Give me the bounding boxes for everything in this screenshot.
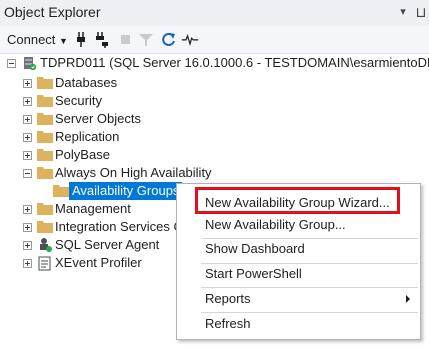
submenu-arrow-icon bbox=[406, 295, 410, 303]
expand-toggle-icon[interactable] bbox=[23, 115, 32, 124]
folder-icon bbox=[37, 149, 53, 161]
xevent-profiler-icon bbox=[38, 256, 51, 271]
expand-toggle-icon[interactable] bbox=[23, 133, 32, 142]
menu-item-label: New Availability Group... bbox=[205, 217, 346, 232]
object-explorer-titlebar: Object Explorer ▾ ⊔ bbox=[0, 0, 429, 27]
tree-node-management[interactable]: Management bbox=[0, 200, 176, 218]
tree-node-integration-services[interactable]: Integration Services C bbox=[0, 218, 176, 236]
folder-icon bbox=[37, 77, 53, 89]
menu-item-refresh[interactable]: Refresh bbox=[177, 312, 420, 336]
collapse-toggle-icon[interactable] bbox=[23, 169, 32, 178]
tree-node-replication[interactable]: Replication bbox=[0, 128, 200, 146]
expand-toggle-icon[interactable] bbox=[23, 259, 32, 268]
tree-node-server-objects[interactable]: Server Objects bbox=[0, 110, 200, 128]
tree-node-label-selected: Availability Groups bbox=[69, 182, 183, 200]
connect-label: Connect bbox=[7, 32, 56, 47]
tree-node-security[interactable]: Security bbox=[0, 92, 200, 110]
folder-icon bbox=[37, 131, 53, 143]
dropdown-arrow-icon[interactable]: ▾ bbox=[396, 3, 410, 21]
refresh-icon[interactable] bbox=[160, 30, 178, 49]
tree-node-xevent-profiler[interactable]: XEvent Profiler bbox=[0, 254, 176, 272]
menu-item-label: Start PowerShell bbox=[205, 266, 302, 281]
expand-toggle-icon[interactable] bbox=[23, 241, 32, 250]
server-label: TDPRD011 (SQL Server 16.0.1000.6 - TESTD… bbox=[40, 55, 429, 70]
expand-toggle-icon[interactable] bbox=[23, 223, 32, 232]
window-title: Object Explorer bbox=[4, 4, 101, 20]
tree-node-label: Always On High Availability bbox=[55, 165, 212, 180]
activity-monitor-icon[interactable] bbox=[181, 30, 199, 49]
menu-item-label: Refresh bbox=[205, 316, 251, 331]
folder-icon bbox=[37, 113, 53, 125]
menu-item-start-powershell[interactable]: Start PowerShell bbox=[177, 262, 420, 286]
tree-node-label: SQL Server Agent bbox=[55, 237, 160, 252]
folder-icon bbox=[37, 167, 53, 179]
expand-toggle-icon[interactable] bbox=[23, 79, 32, 88]
tree-node-always-on[interactable]: Always On High Availability bbox=[0, 164, 260, 182]
connect-dropdown-icon[interactable]: ▼ bbox=[59, 36, 68, 46]
menu-item-reports[interactable]: Reports bbox=[177, 287, 420, 311]
tree-node-availability-groups[interactable]: Availability Groups bbox=[0, 182, 200, 200]
connect-button[interactable]: Connect ▼ bbox=[7, 30, 68, 49]
tree-node-label: Security bbox=[55, 93, 102, 108]
expand-toggle-icon[interactable] bbox=[23, 205, 32, 214]
menu-item-label: Show Dashboard bbox=[205, 241, 305, 256]
tree-node-polybase[interactable]: PolyBase bbox=[0, 146, 200, 164]
folder-icon bbox=[37, 95, 53, 107]
folder-icon bbox=[53, 185, 69, 197]
sql-agent-icon bbox=[40, 238, 52, 252]
expand-toggle-icon[interactable] bbox=[23, 97, 32, 106]
tree-node-label: PolyBase bbox=[55, 147, 110, 162]
connect-plug-icon[interactable] bbox=[74, 30, 92, 49]
menu-item-show-dashboard[interactable]: Show Dashboard bbox=[177, 237, 420, 261]
tree-node-label: Integration Services C bbox=[55, 219, 176, 234]
tree-node-databases[interactable]: Databases bbox=[0, 74, 200, 92]
menu-item-label: Reports bbox=[205, 291, 251, 306]
highlight-box bbox=[195, 187, 400, 214]
tree-node-label: Replication bbox=[55, 129, 120, 144]
tree-node-label: Server Objects bbox=[55, 111, 141, 126]
object-explorer-toolbar: Connect ▼ bbox=[0, 26, 429, 54]
menu-item-new-ag[interactable]: New Availability Group... bbox=[177, 213, 420, 237]
tree-node-sql-agent[interactable]: SQL Server Agent bbox=[0, 236, 176, 254]
filter-icon[interactable] bbox=[137, 30, 155, 49]
collapse-toggle-icon[interactable] bbox=[7, 59, 16, 68]
pin-icon[interactable]: ⊔ bbox=[414, 2, 428, 22]
server-icon bbox=[24, 57, 37, 71]
tree-node-label: Management bbox=[55, 201, 131, 216]
disconnect-plug-icon[interactable] bbox=[94, 30, 112, 49]
stop-icon[interactable] bbox=[117, 30, 135, 49]
folder-icon bbox=[37, 203, 53, 215]
tree-node-label: XEvent Profiler bbox=[55, 255, 142, 270]
folder-icon bbox=[37, 221, 53, 233]
expand-toggle-icon[interactable] bbox=[23, 151, 32, 160]
tree-node-label: Databases bbox=[55, 75, 118, 90]
tree-node-server[interactable]: TDPRD011 (SQL Server 16.0.1000.6 - TESTD… bbox=[0, 54, 429, 72]
